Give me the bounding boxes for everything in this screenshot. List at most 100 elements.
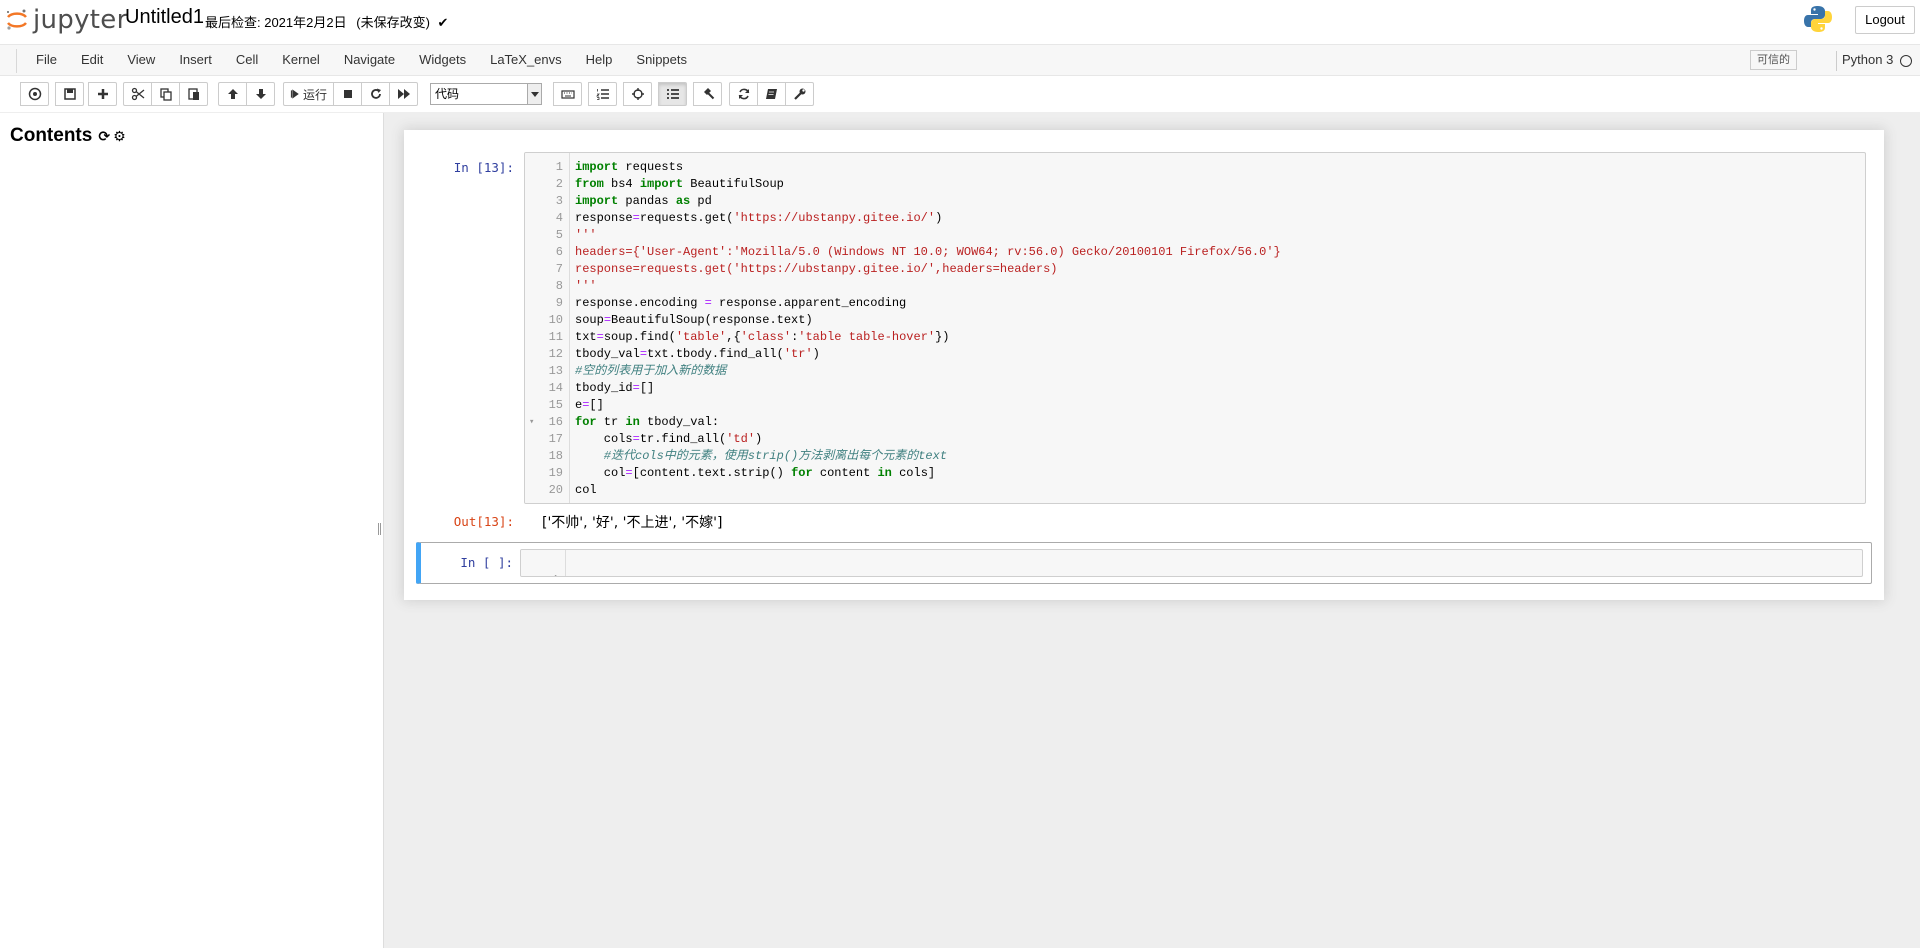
run-button-label: 运行: [303, 87, 328, 102]
move-down-button[interactable]: [246, 82, 275, 106]
line-number: 4: [555, 211, 563, 225]
code-line: 3 import pandas as pd: [525, 193, 1865, 210]
crosshairs-icon: [631, 88, 644, 100]
code-line: 15 e=[]: [525, 397, 1865, 414]
save-button[interactable]: [55, 82, 84, 106]
menu-navigate[interactable]: Navigate: [332, 45, 407, 75]
toolbar-group-clipboard: [123, 82, 208, 106]
toolbar-group-nbext-2: [623, 82, 652, 106]
code-line: 17 cols=tr.find_all('td'): [525, 431, 1865, 448]
python-logo-icon: [1804, 6, 1832, 32]
wrench-button[interactable]: [785, 82, 814, 106]
code-line: 14 tbody_id=[]: [525, 380, 1865, 397]
code-text: #迭代cols中的元素，使用strip()方法剥离出每个元素的text: [575, 449, 948, 463]
menu-latex-envs[interactable]: LaTeX_envs: [478, 45, 574, 75]
menu-kernel[interactable]: Kernel: [270, 45, 332, 75]
code-text: import requests: [575, 160, 684, 174]
sidebar-resize-handle[interactable]: [378, 523, 381, 535]
numbered-list-button[interactable]: [588, 82, 617, 106]
check-icon: ✔: [437, 15, 449, 30]
refresh-icon: [738, 88, 749, 100]
menubar: File Edit View Insert Cell Kernel Naviga…: [0, 44, 1920, 76]
selected-code-cell[interactable]: In [ ]: 1: [416, 542, 1872, 584]
code-line: 20 col: [525, 482, 1865, 499]
copy-icon: [159, 88, 172, 101]
code-line: 18 #迭代cols中的元素，使用strip()方法剥离出每个元素的text: [525, 448, 1865, 465]
interrupt-button[interactable]: [333, 82, 363, 106]
line-number: 6: [555, 245, 563, 259]
cell-type-value: 代码: [435, 87, 460, 101]
cut-button[interactable]: [123, 82, 152, 106]
line-number: 1: [521, 572, 559, 576]
fold-marker-icon[interactable]: ▾: [529, 414, 534, 431]
stop-icon: [343, 90, 352, 98]
menu-help[interactable]: Help: [574, 45, 625, 75]
line-number: 20: [548, 483, 563, 497]
menu-widgets[interactable]: Widgets: [407, 45, 478, 75]
menu-edit[interactable]: Edit: [69, 45, 115, 75]
toolbar-group-keyboard: [553, 82, 582, 106]
line-number: 3: [555, 194, 563, 208]
step-forward-icon: [290, 89, 299, 99]
line-number: 18: [548, 449, 563, 463]
code-lines: 1 import requests 2 from bs4 import Beautif…: [525, 159, 1865, 499]
code-line: 12 tbody_val=txt.tbody.find_all('tr'): [525, 346, 1865, 363]
input-prompt: In [13]:: [453, 160, 514, 175]
code-line: 1: [521, 555, 1862, 576]
paste-button[interactable]: [179, 82, 208, 106]
line-number: 14: [548, 381, 563, 395]
jupyter-logo[interactable]: jupyter: [5, 5, 128, 35]
insert-cell-button[interactable]: [88, 82, 117, 106]
list-ol-icon: [595, 89, 609, 100]
cell-output: ['不帅', '好', '不上进', '不嫁']: [542, 515, 723, 531]
code-line: 10 soup=BeautifulSoup(response.text): [525, 312, 1865, 329]
code-text: #空的列表用于加入新的数据: [575, 364, 727, 378]
menu-insert[interactable]: Insert: [167, 45, 224, 75]
code-editor[interactable]: 1 import requests 2 from bs4 import Beautif…: [524, 152, 1866, 504]
restart-kernel-button[interactable]: [361, 82, 391, 106]
menu-file[interactable]: File: [24, 45, 69, 75]
code-line: 4 response=requests.get('https://ubstanpy…: [525, 210, 1865, 227]
code-line: 7 response=requests.get('https://ubstanpy…: [525, 261, 1865, 278]
menu-snippets[interactable]: Snippets: [624, 45, 699, 75]
code-text: cols=tr.find_all('td'): [575, 432, 763, 446]
restart-icon: [370, 88, 381, 99]
gavel-button[interactable]: [693, 82, 722, 106]
gear-icon[interactable]: ⚙: [113, 128, 126, 145]
line-number: 10: [548, 313, 563, 327]
menu-view[interactable]: View: [115, 45, 167, 75]
toolbar-group-save: [55, 82, 84, 106]
run-button[interactable]: 运行: [283, 82, 335, 106]
code-text: ''': [575, 228, 597, 242]
toc-sidebar: Contents ⟳ ⚙: [0, 113, 384, 948]
crosshairs-button[interactable]: [623, 82, 652, 106]
copy-button[interactable]: [151, 82, 180, 106]
code-line: 16 ▾ for tr in tbody_val:: [525, 414, 1865, 431]
code-text: tbody_val=txt.tbody.find_all('tr'): [575, 347, 820, 361]
restart-run-all-button[interactable]: [389, 82, 419, 106]
notebook-name[interactable]: Untitled1: [125, 6, 204, 29]
code-line: 9 response.encoding = response.apparent_e…: [525, 295, 1865, 312]
menu-cell[interactable]: Cell: [224, 45, 270, 75]
jupyter-logo-text: jupyter: [33, 5, 128, 35]
cell-type-select[interactable]: 代码: [430, 83, 542, 105]
logout-button[interactable]: Logout: [1855, 6, 1915, 34]
code-text: e=[]: [575, 398, 604, 412]
paste-icon: [187, 88, 199, 100]
code-editor[interactable]: 1: [520, 549, 1863, 577]
refresh-icon[interactable]: ⟳: [98, 128, 110, 145]
keyboard-circle-icon: [28, 87, 41, 101]
line-number: 12: [548, 347, 563, 361]
move-up-button[interactable]: [218, 82, 247, 106]
toolbar-group-misc: [20, 82, 49, 106]
toc-toggle-button[interactable]: [658, 82, 687, 106]
code-text: txt=soup.find('table',{'class':'table ta…: [575, 330, 950, 344]
keyboard-shortcuts-button[interactable]: [553, 82, 582, 106]
book-button[interactable]: [757, 82, 786, 106]
refresh-button[interactable]: [729, 82, 758, 106]
chevron-down-icon[interactable]: [527, 84, 541, 104]
trusted-indicator[interactable]: 可信的: [1750, 50, 1797, 70]
command-palette-button[interactable]: [20, 82, 49, 106]
code-line: 8 ''': [525, 278, 1865, 295]
output-prompt: Out[13]:: [453, 514, 514, 529]
